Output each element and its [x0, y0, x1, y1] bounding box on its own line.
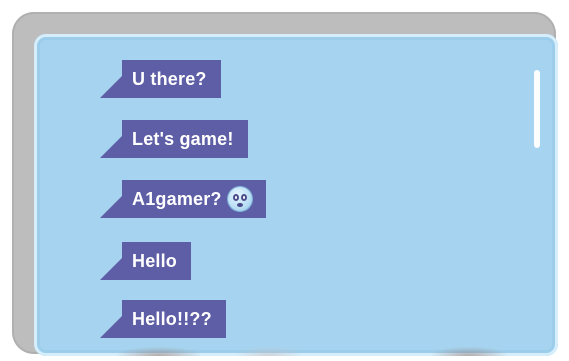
partial-message-shadow: [114, 346, 204, 356]
device-frame: U there? Let's game! A1gamer? Hello Hell…: [12, 12, 558, 356]
message-bubble: Let's game!: [122, 120, 248, 158]
message-bubble: U there?: [122, 60, 221, 98]
bubble-tail: [100, 258, 122, 280]
message-bubble: Hello!!??: [122, 300, 226, 338]
partial-message-shadow: [234, 346, 304, 356]
bubble-tail: [100, 316, 122, 338]
message-text: Let's game!: [132, 128, 234, 149]
bubble-tail: [100, 196, 122, 218]
chat-screen: U there? Let's game! A1gamer? Hello Hell…: [34, 34, 558, 356]
message-2: Let's game!: [100, 120, 248, 158]
message-1: U there?: [100, 60, 221, 98]
message-3: A1gamer?: [100, 180, 266, 218]
message-list[interactable]: U there? Let's game! A1gamer? Hello Hell…: [34, 34, 558, 356]
message-text: A1gamer?: [132, 188, 222, 209]
message-bubble: A1gamer?: [122, 180, 266, 218]
message-text: U there?: [132, 68, 207, 89]
worried-face-emoji-icon: [227, 187, 252, 211]
bubble-tail: [100, 136, 122, 158]
bubble-tail: [100, 76, 122, 98]
message-bubble: Hello: [122, 242, 192, 280]
message-4: Hello: [100, 242, 192, 280]
message-text: Hello: [132, 250, 178, 271]
message-5: Hello!!??: [100, 300, 226, 338]
message-text: Hello!!??: [132, 308, 212, 329]
scrollbar-thumb[interactable]: [534, 70, 540, 148]
partial-message-shadow: [429, 346, 509, 356]
